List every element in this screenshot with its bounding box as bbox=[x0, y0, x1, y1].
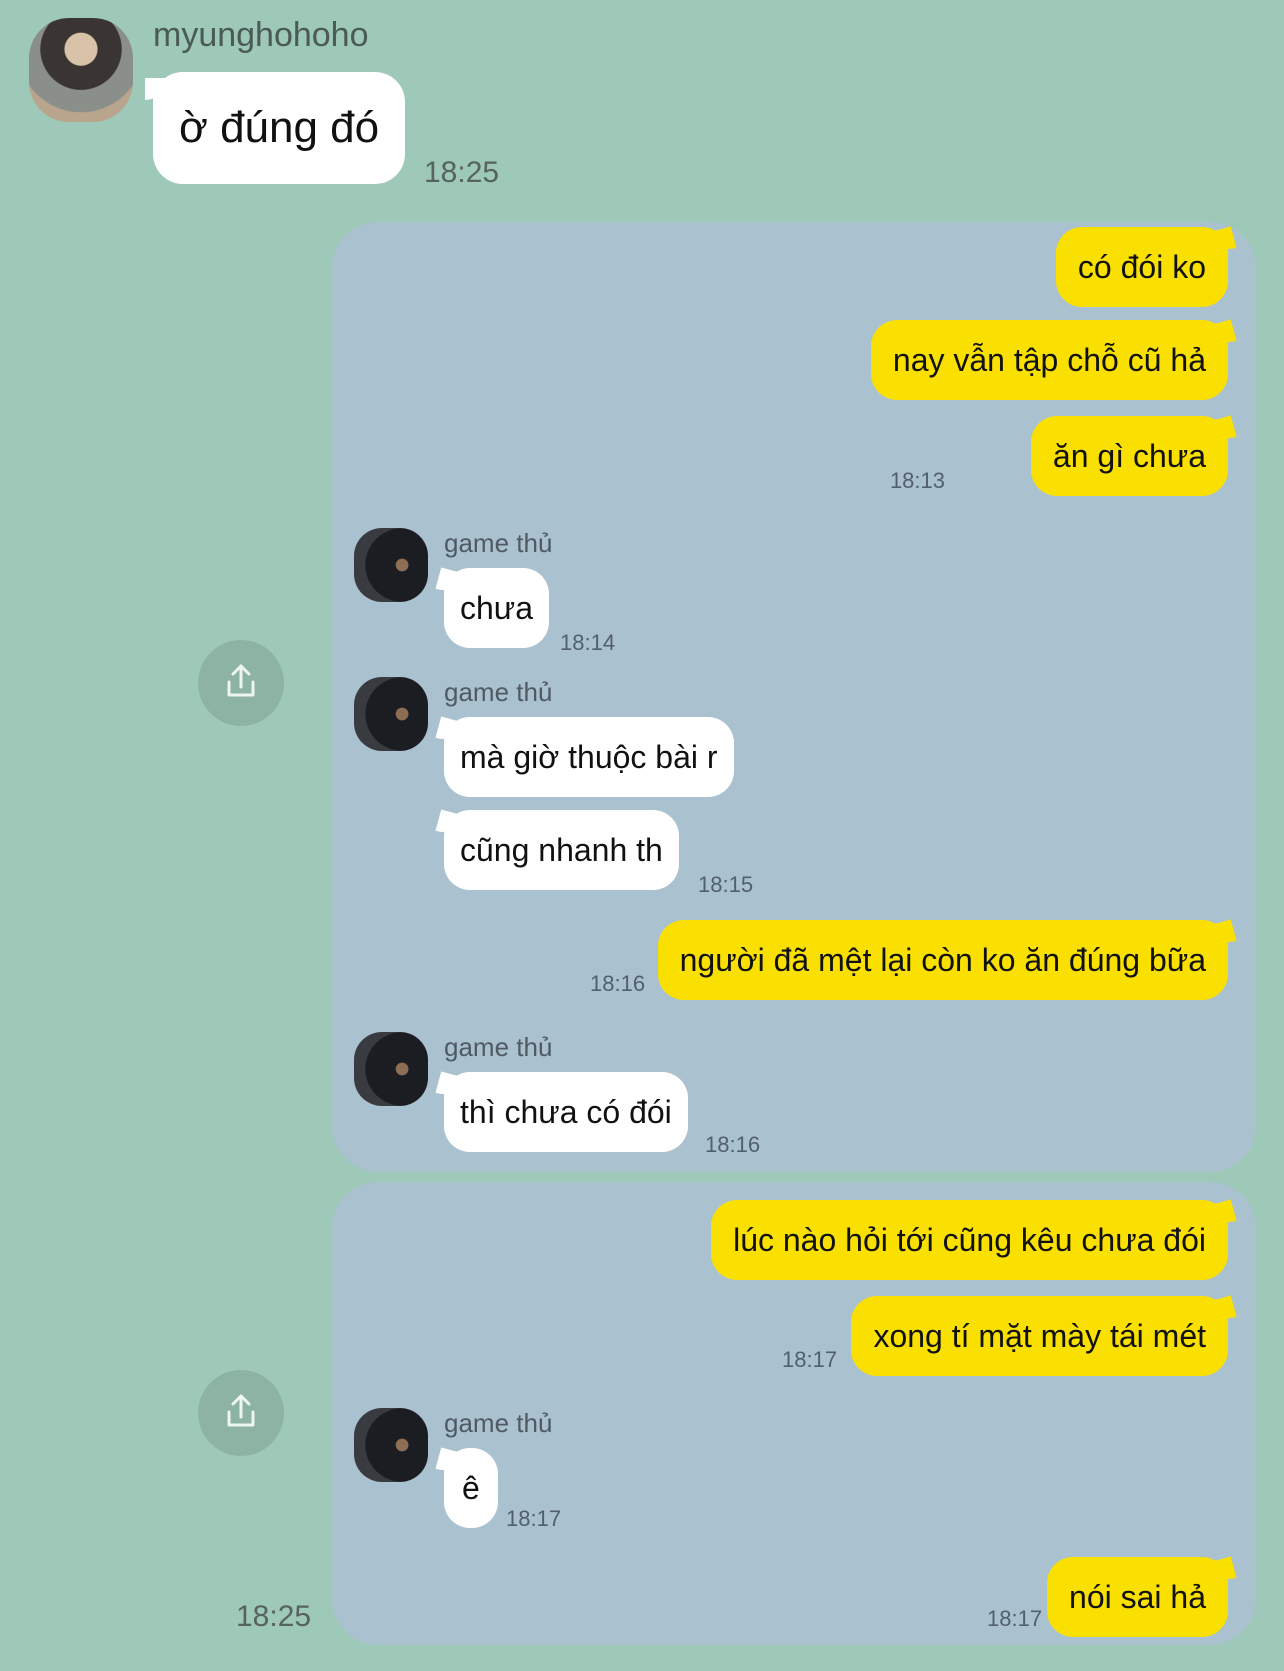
contact-avatar[interactable] bbox=[354, 528, 428, 602]
message-time: 18:16 bbox=[705, 1132, 761, 1157]
share-icon bbox=[218, 1388, 264, 1439]
sender-avatar[interactable] bbox=[29, 18, 133, 122]
outgoing-bubble[interactable]: có đói ko bbox=[1055, 227, 1228, 307]
message-bubble[interactable]: ờ đúng đó bbox=[144, 72, 406, 184]
outgoing-bubble[interactable]: xong tí mặt mày tái mét bbox=[851, 1296, 1228, 1376]
contact-name: game thủ bbox=[444, 1408, 553, 1438]
contact-name: game thủ bbox=[444, 1032, 553, 1062]
sender-name: myunghohoho bbox=[153, 16, 369, 54]
forwarded-conversation-panel: có đói ko nay vẫn tập chỗ cũ hả ăn gì ch… bbox=[332, 222, 1256, 1172]
outgoing-bubble[interactable]: nói sai hả bbox=[1047, 1557, 1228, 1637]
outgoing-bubble[interactable]: người đã mệt lại còn ko ăn đúng bữa bbox=[657, 920, 1228, 1000]
share-button[interactable] bbox=[198, 1370, 284, 1456]
message-time: 18:14 bbox=[560, 630, 616, 655]
share-icon bbox=[218, 658, 264, 709]
message-time: 18:17 bbox=[506, 1506, 562, 1531]
contact-avatar[interactable] bbox=[354, 1408, 428, 1482]
message-time: 18:17 bbox=[782, 1347, 838, 1372]
incoming-bubble[interactable]: thì chưa có đói bbox=[444, 1072, 688, 1152]
share-button[interactable] bbox=[198, 640, 284, 726]
message-time: 18:17 bbox=[987, 1606, 1043, 1631]
incoming-bubble[interactable]: chưa bbox=[444, 568, 550, 648]
forwarded-conversation-panel: lúc nào hỏi tới cũng kêu chưa đói xong t… bbox=[332, 1182, 1256, 1645]
message-time: 18:15 bbox=[698, 872, 754, 897]
outgoing-bubble[interactable]: ăn gì chưa bbox=[1030, 416, 1228, 496]
outgoing-bubble[interactable]: lúc nào hỏi tới cũng kêu chưa đói bbox=[711, 1200, 1228, 1280]
message-time: 18:16 bbox=[590, 971, 646, 996]
message-time: 18:25 bbox=[236, 1600, 312, 1633]
incoming-bubble[interactable]: cũng nhanh th bbox=[444, 810, 679, 890]
outgoing-bubble[interactable]: nay vẫn tập chỗ cũ hả bbox=[870, 320, 1228, 400]
contact-avatar[interactable] bbox=[354, 1032, 428, 1106]
incoming-bubble[interactable]: mà giờ thuộc bài r bbox=[444, 717, 734, 797]
contact-name: game thủ bbox=[444, 677, 553, 707]
incoming-bubble[interactable]: ê bbox=[444, 1448, 498, 1528]
contact-name: game thủ bbox=[444, 528, 553, 558]
message-time: 18:25 bbox=[424, 156, 500, 189]
message-time: 18:13 bbox=[889, 468, 945, 493]
contact-avatar[interactable] bbox=[354, 677, 428, 751]
